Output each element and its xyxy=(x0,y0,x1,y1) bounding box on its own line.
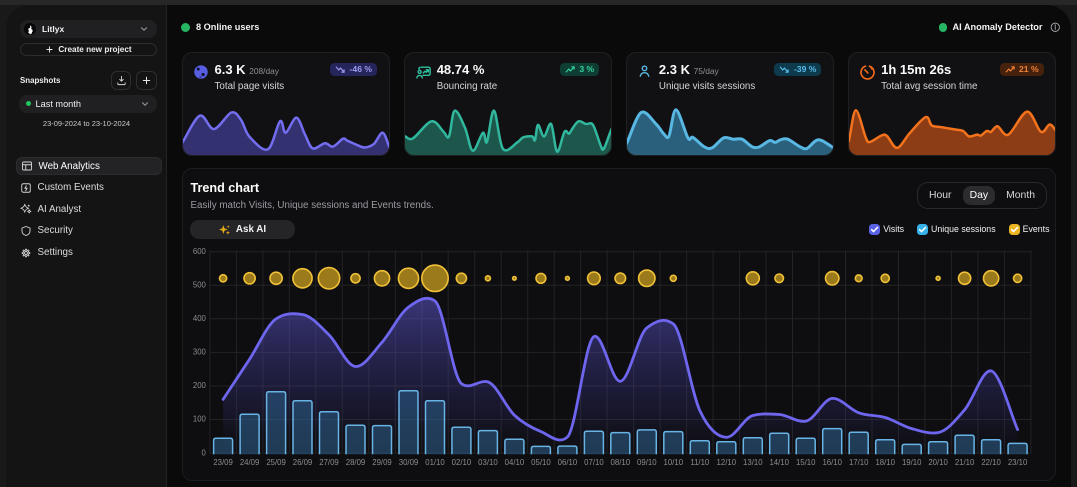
svg-text:16/10: 16/10 xyxy=(822,458,842,467)
svg-text:15/10: 15/10 xyxy=(796,458,816,467)
svg-text:20/10: 20/10 xyxy=(928,458,948,467)
svg-text:500: 500 xyxy=(193,281,207,290)
svg-text:100: 100 xyxy=(193,415,207,424)
svg-text:29/09: 29/09 xyxy=(372,458,392,467)
svg-text:400: 400 xyxy=(193,314,207,323)
svg-text:28/09: 28/09 xyxy=(346,458,366,467)
svg-text:22/10: 22/10 xyxy=(981,458,1001,467)
svg-text:08/10: 08/10 xyxy=(611,458,631,467)
svg-text:300: 300 xyxy=(193,348,207,357)
svg-text:02/10: 02/10 xyxy=(452,458,472,467)
svg-text:23/09: 23/09 xyxy=(213,458,233,467)
svg-text:17/10: 17/10 xyxy=(849,458,869,467)
svg-text:03/10: 03/10 xyxy=(478,458,498,467)
svg-text:27/09: 27/09 xyxy=(319,458,339,467)
svg-text:05/10: 05/10 xyxy=(531,458,551,467)
svg-text:0: 0 xyxy=(202,448,207,457)
svg-text:12/10: 12/10 xyxy=(717,458,737,467)
svg-text:21/10: 21/10 xyxy=(955,458,975,467)
svg-text:600: 600 xyxy=(193,247,207,256)
svg-text:13/10: 13/10 xyxy=(743,458,763,467)
svg-text:09/10: 09/10 xyxy=(637,458,657,467)
svg-text:01/10: 01/10 xyxy=(425,458,445,467)
svg-text:07/10: 07/10 xyxy=(584,458,604,467)
svg-text:24/09: 24/09 xyxy=(240,458,260,467)
svg-text:25/09: 25/09 xyxy=(266,458,286,467)
svg-text:200: 200 xyxy=(193,381,207,390)
svg-text:14/10: 14/10 xyxy=(769,458,789,467)
svg-text:10/10: 10/10 xyxy=(664,458,684,467)
svg-text:04/10: 04/10 xyxy=(505,458,525,467)
svg-text:18/10: 18/10 xyxy=(875,458,895,467)
svg-text:23/10: 23/10 xyxy=(1008,458,1028,467)
svg-text:06/10: 06/10 xyxy=(558,458,578,467)
svg-text:11/10: 11/10 xyxy=(690,458,710,467)
svg-text:19/10: 19/10 xyxy=(902,458,922,467)
svg-text:26/09: 26/09 xyxy=(293,458,313,467)
svg-text:30/09: 30/09 xyxy=(399,458,419,467)
